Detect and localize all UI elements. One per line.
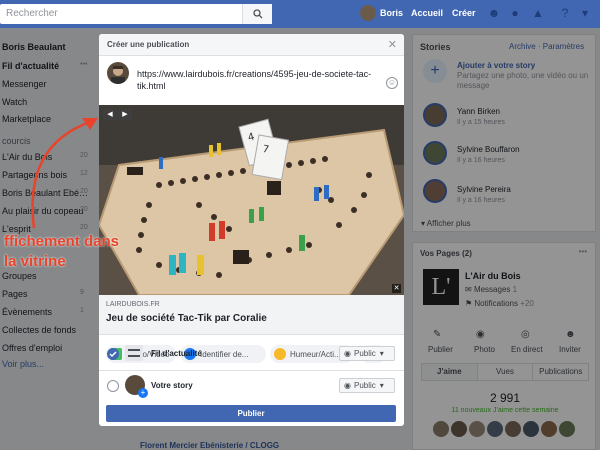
dialog-title: Créer une publication xyxy=(107,40,190,49)
emoji-icon[interactable]: ☺ xyxy=(386,77,398,89)
story-privacy-label: Public xyxy=(353,381,376,390)
composer-input[interactable]: https://www.lairdubois.fr/creations/4595… xyxy=(137,68,377,92)
close-icon[interactable]: ✕ xyxy=(388,38,397,51)
search-icon xyxy=(252,9,262,19)
dialog-header: Créer une publication ✕ xyxy=(99,34,404,56)
link-preview-image[interactable]: 4 7 ◀ ▶ ✕ xyxy=(99,105,404,295)
globe-icon: ◉ xyxy=(344,349,351,358)
feed-icon xyxy=(125,345,143,361)
publish-button[interactable]: Publier xyxy=(106,405,396,422)
story-checkbox[interactable] xyxy=(107,380,119,392)
story-avatar: + xyxy=(125,375,148,398)
notifications-icon[interactable]: ▲ xyxy=(531,6,545,20)
feed-destination-row[interactable]: Fil d'actualité ◉ Public ▾ xyxy=(99,339,404,369)
profile-avatar[interactable] xyxy=(360,5,376,21)
friends-icon[interactable]: ☻ xyxy=(487,6,501,20)
chevron-down-icon: ▾ xyxy=(379,381,384,390)
top-bar: Rechercher Boris Accueil Créer ☻ ● ▲ ? ▾ xyxy=(0,0,600,28)
search-input[interactable]: Rechercher xyxy=(6,8,58,19)
feed-checkbox[interactable] xyxy=(107,348,119,360)
feed-privacy-select[interactable]: ◉ Public ▾ xyxy=(339,346,395,361)
search-button[interactable] xyxy=(242,4,272,24)
menu-arrow-icon[interactable]: ▾ xyxy=(578,6,592,20)
feed-label: Fil d'actualité xyxy=(151,349,202,358)
add-icon: + xyxy=(138,388,148,398)
link-preview-meta[interactable]: LAIRDUBOIS.FR Jeu de société Tac-Tik par… xyxy=(99,295,404,335)
story-label: Votre story xyxy=(151,381,193,390)
next-arrow-icon[interactable]: ▶ xyxy=(118,109,132,120)
create-link[interactable]: Créer xyxy=(452,8,476,18)
remove-preview-icon[interactable]: ✕ xyxy=(392,284,401,293)
globe-icon: ◉ xyxy=(344,381,351,390)
story-privacy-select[interactable]: ◉ Public ▾ xyxy=(339,378,395,393)
check-icon xyxy=(109,351,117,358)
link-domain: LAIRDUBOIS.FR xyxy=(106,301,160,308)
annotation-arrow xyxy=(31,118,98,229)
link-title: Jeu de société Tac-Tik par Coralie xyxy=(106,313,267,324)
messenger-icon[interactable]: ● xyxy=(508,6,522,20)
composer-avatar xyxy=(107,62,129,84)
chevron-down-icon: ▾ xyxy=(379,349,384,358)
help-icon[interactable]: ? xyxy=(558,6,572,20)
feed-privacy-label: Public xyxy=(353,349,376,358)
home-link[interactable]: Accueil xyxy=(411,8,443,18)
annotation-text: ffichement dans la vitrine xyxy=(4,233,120,270)
search-box[interactable]: Rechercher xyxy=(0,4,272,24)
story-destination-row[interactable]: + Votre story ◉ Public ▾ xyxy=(99,371,404,401)
profile-link[interactable]: Boris xyxy=(380,8,403,18)
board-game-photo: 4 7 xyxy=(99,105,404,295)
